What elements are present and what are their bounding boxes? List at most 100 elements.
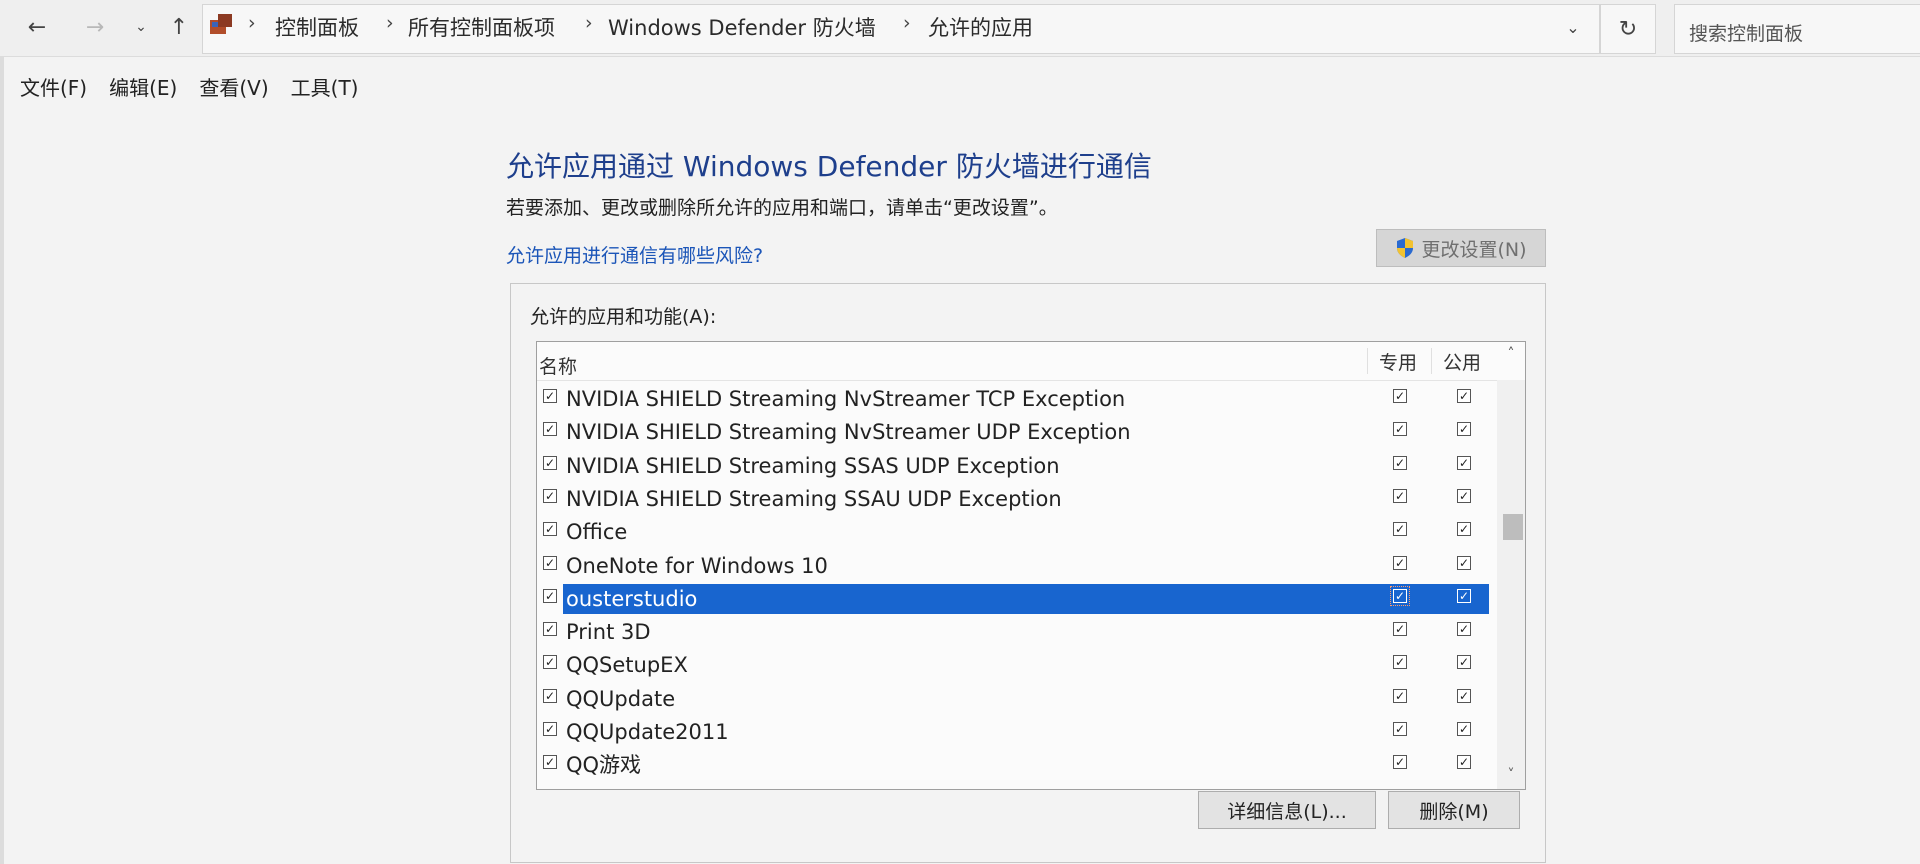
private-checkbox[interactable]: ✓ (1393, 655, 1407, 670)
app-name: NVIDIA SHIELD Streaming NvStreamer UDP E… (566, 420, 1131, 445)
app-name: QQ游戏 (566, 753, 642, 778)
control-panel-icon (210, 14, 232, 34)
app-enabled-checkbox[interactable]: ✓ (543, 688, 557, 703)
change-settings-label: 更改设置(N) (1421, 238, 1527, 261)
scrollbar-thumb[interactable] (1503, 514, 1523, 540)
app-row[interactable]: ✓ NVIDIA SHIELD Streaming SSAU UDP Except… (537, 480, 1497, 513)
private-checkbox[interactable]: ✓ (1390, 585, 1410, 606)
list-scrollbar[interactable]: ˄ ˅ (1497, 346, 1525, 789)
app-name: NVIDIA SHIELD Streaming SSAS UDP Excepti… (566, 453, 1060, 478)
private-checkbox[interactable]: ✓ (1393, 422, 1407, 437)
app-enabled-checkbox[interactable]: ✓ (543, 389, 557, 403)
allowed-apps-label: 允许的应用和功能(A): (530, 306, 717, 328)
public-checkbox[interactable]: ✓ (1457, 389, 1471, 403)
app-enabled-checkbox[interactable]: ✓ (543, 455, 557, 470)
up-arrow-icon[interactable]: ↑ (164, 12, 194, 42)
page-description: 若要添加、更改或删除所允许的应用和端口，请单击“更改设置”。 (506, 197, 1058, 219)
app-enabled-checkbox[interactable]: ✓ (543, 655, 557, 670)
breadcrumb-separator-icon: › (585, 12, 593, 34)
public-checkbox[interactable]: ✓ (1457, 488, 1471, 503)
scroll-down-icon[interactable]: ˅ (1497, 767, 1525, 789)
app-enabled-checkbox[interactable]: ✓ (543, 588, 557, 603)
private-checkbox[interactable]: ✓ (1393, 722, 1407, 736)
app-row[interactable]: ✓ QQ游戏 ✓ ✓ (537, 746, 1497, 779)
back-arrow-icon[interactable]: ← (22, 12, 52, 42)
private-checkbox[interactable]: ✓ (1393, 555, 1407, 570)
column-header-public[interactable]: 公用 (1431, 348, 1492, 374)
menu-view[interactable]: 查看(V) (199, 76, 268, 100)
app-name: Print 3D (566, 620, 651, 645)
page-title: 允许应用通过 Windows Defender 防火墙进行通信 (506, 150, 1152, 183)
public-checkbox[interactable]: ✓ (1457, 555, 1471, 570)
app-enabled-checkbox[interactable]: ✓ (543, 722, 557, 736)
scroll-up-icon[interactable]: ˄ (1497, 346, 1525, 368)
public-checkbox[interactable]: ✓ (1457, 688, 1471, 703)
app-enabled-checkbox[interactable]: ✓ (543, 555, 557, 570)
app-name: QQUpdate (566, 686, 676, 711)
app-row[interactable]: ✓ ousterstudio ✓ ✓ (537, 580, 1497, 614)
app-row[interactable]: ✓ NVIDIA SHIELD Streaming NvStreamer TCP … (537, 380, 1497, 413)
window-left-edge (0, 56, 4, 864)
private-checkbox[interactable]: ✓ (1393, 488, 1407, 503)
app-row[interactable]: ✓ Office ✓ ✓ (537, 513, 1497, 546)
refresh-icon[interactable]: ↻ (1600, 4, 1656, 54)
private-checkbox[interactable]: ✓ (1393, 455, 1407, 470)
breadcrumb-all-items[interactable]: 所有控制面板项 (408, 12, 555, 42)
breadcrumb-firewall[interactable]: Windows Defender 防火墙 (608, 12, 876, 42)
breadcrumb-separator-icon: › (386, 12, 394, 34)
address-dropdown-icon[interactable]: ⌄ (1558, 12, 1588, 42)
app-enabled-checkbox[interactable]: ✓ (543, 522, 557, 537)
breadcrumb-separator-icon: › (903, 12, 911, 34)
app-name: Office (566, 520, 628, 545)
private-checkbox[interactable]: ✓ (1393, 755, 1407, 770)
app-name: NVIDIA SHIELD Streaming SSAU UDP Excepti… (566, 486, 1062, 511)
private-checkbox[interactable]: ✓ (1393, 389, 1407, 403)
app-enabled-checkbox[interactable]: ✓ (543, 488, 557, 503)
details-button[interactable]: 详细信息(L)... (1198, 791, 1376, 829)
breadcrumb-allowed-apps[interactable]: 允许的应用 (928, 12, 1033, 42)
menu-file[interactable]: 文件(F) (20, 76, 87, 100)
menu-bar: 文件(F) 编辑(E) 查看(V) 工具(T) (20, 72, 380, 101)
app-name: NVIDIA SHIELD Streaming NvStreamer TCP E… (566, 387, 1126, 411)
public-checkbox[interactable]: ✓ (1457, 422, 1471, 437)
public-checkbox[interactable]: ✓ (1457, 522, 1471, 537)
breadcrumb-separator-icon: › (248, 12, 256, 34)
app-row[interactable]: ✓ QQSetupEX ✓ ✓ (537, 646, 1497, 679)
public-checkbox[interactable]: ✓ (1457, 755, 1471, 770)
private-checkbox[interactable]: ✓ (1393, 688, 1407, 703)
change-settings-button[interactable]: 更改设置(N) (1376, 229, 1546, 267)
column-header-name[interactable]: 名称 (539, 352, 577, 379)
public-checkbox[interactable]: ✓ (1457, 455, 1471, 470)
app-enabled-checkbox[interactable]: ✓ (543, 755, 557, 770)
app-row[interactable]: ✓ NVIDIA SHIELD Streaming SSAS UDP Except… (537, 447, 1497, 480)
app-row[interactable]: ✓ OneNote for Windows 10 ✓ ✓ (537, 547, 1497, 580)
app-name: ousterstudio (563, 583, 1489, 614)
menu-tools[interactable]: 工具(T) (291, 76, 359, 100)
app-row[interactable]: ✓ NVIDIA SHIELD Streaming NvStreamer UDP … (537, 413, 1497, 446)
uac-shield-icon (1397, 238, 1414, 258)
public-checkbox[interactable]: ✓ (1457, 655, 1471, 670)
public-checkbox[interactable]: ✓ (1457, 622, 1471, 637)
private-checkbox[interactable]: ✓ (1393, 522, 1407, 537)
search-input[interactable]: 搜索控制面板 (1674, 4, 1920, 54)
column-header-private[interactable]: 专用 (1367, 348, 1428, 374)
private-checkbox[interactable]: ✓ (1393, 622, 1407, 637)
app-row[interactable]: ✓ QQUpdate2011 ✓ ✓ (537, 713, 1497, 746)
public-checkbox[interactable]: ✓ (1457, 588, 1471, 603)
breadcrumb-control-panel[interactable]: 控制面板 (275, 12, 359, 42)
risk-link[interactable]: 允许应用进行通信有哪些风险? (506, 241, 763, 268)
allowed-apps-list[interactable]: 名称 专用 公用 ✓ NVIDIA SHIELD Streaming NvStre… (536, 341, 1526, 790)
app-name: QQUpdate2011 (566, 720, 729, 744)
menu-edit[interactable]: 编辑(E) (109, 76, 177, 100)
app-name: QQSetupEX (566, 653, 688, 678)
forward-arrow-icon[interactable]: → (80, 12, 110, 42)
public-checkbox[interactable]: ✓ (1457, 722, 1471, 736)
app-enabled-checkbox[interactable]: ✓ (543, 422, 557, 437)
list-header: 名称 专用 公用 (537, 342, 1525, 381)
app-name: OneNote for Windows 10 (566, 553, 828, 578)
app-enabled-checkbox[interactable]: ✓ (543, 622, 557, 637)
app-row[interactable]: ✓ QQUpdate ✓ ✓ (537, 680, 1497, 713)
recent-dropdown-icon[interactable]: ⌄ (126, 12, 156, 42)
app-row[interactable]: ✓ Print 3D ✓ ✓ (537, 613, 1497, 646)
delete-button[interactable]: 删除(M) (1388, 791, 1520, 829)
